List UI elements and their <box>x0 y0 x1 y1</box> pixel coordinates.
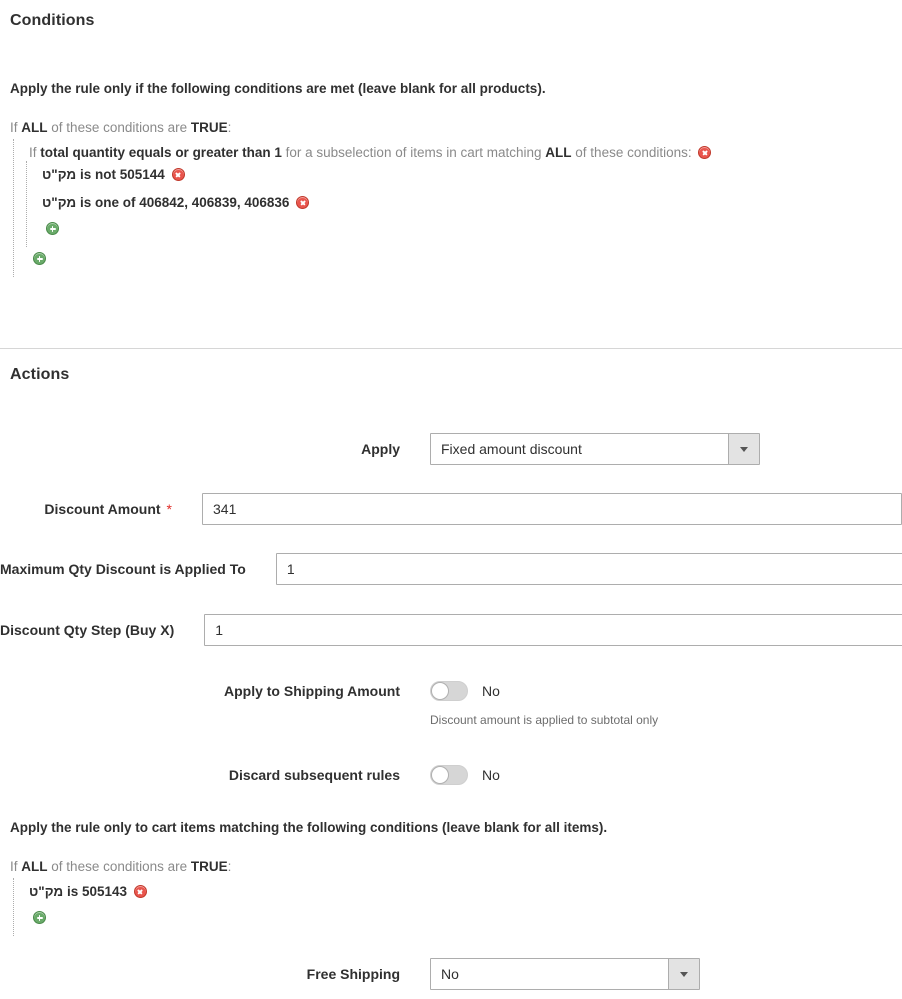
root-colon: : <box>228 120 232 135</box>
row-if-text: If <box>29 145 37 160</box>
apply-to-shipping-toggle[interactable] <box>430 681 468 701</box>
condition-row-sku-not: מק"ט is not 505144 <box>28 161 711 189</box>
required-asterisk: * <box>167 501 172 517</box>
add-icon[interactable] <box>33 252 46 265</box>
free-shipping-select[interactable]: No <box>430 958 700 990</box>
chevron-down-icon <box>740 447 748 452</box>
max-qty-control <box>276 553 902 585</box>
free-shipping-selected-value: No <box>431 959 668 989</box>
free-shipping-label: Free Shipping <box>0 958 400 990</box>
row-operator-chooser[interactable]: equals or greater than <box>129 145 271 161</box>
condition-add-nested-row <box>28 217 711 247</box>
qty-step-label: Discount Qty Step (Buy X) <box>0 614 174 646</box>
sku-value-chooser[interactable]: 505144 <box>120 167 165 183</box>
apply-to-shipping-label: Apply to Shipping Amount <box>0 675 400 707</box>
apply-control: Fixed amount discount <box>430 433 902 465</box>
condition-row-sku-one-of: מק"ט is one of 406842, 406839, 406836 <box>28 189 711 217</box>
add-icon[interactable] <box>33 911 46 924</box>
apply-selected-value: Fixed amount discount <box>431 434 728 464</box>
actions-root-middle-text: of these conditions are <box>51 859 187 874</box>
discount-amount-input[interactable] <box>202 493 902 525</box>
actions-root-if-text: If <box>10 859 18 874</box>
root-aggregator-chooser[interactable]: ALL <box>21 120 47 136</box>
root-middle-text: of these conditions are <box>51 120 187 135</box>
remove-icon[interactable] <box>172 168 185 181</box>
field-row-qty-step: Discount Qty Step (Buy X) <box>0 614 902 646</box>
field-row-discount-amount: Discount Amount * <box>0 493 902 525</box>
row-aggregator-chooser[interactable]: ALL <box>545 145 571 161</box>
discount-amount-label-text: Discount Amount <box>44 501 160 517</box>
chevron-down-icon <box>680 972 688 977</box>
action-sku-attribute-chooser[interactable]: מק"ט <box>29 884 63 900</box>
remove-icon[interactable] <box>296 196 309 209</box>
toggle-knob-icon <box>431 766 449 784</box>
apply-label: Apply <box>0 433 400 465</box>
remove-icon[interactable] <box>698 146 711 159</box>
free-shipping-control: No <box>430 958 902 990</box>
sku-value-chooser[interactable]: 406842, 406839, 406836 <box>139 195 289 211</box>
section-divider <box>0 348 902 349</box>
field-row-apply-to-shipping: Apply to Shipping Amount No Discount amo… <box>0 675 902 727</box>
sku-operator-chooser[interactable]: is one of <box>80 195 136 211</box>
discount-amount-control <box>202 493 902 525</box>
apply-to-shipping-toggle-wrap: No <box>430 675 902 707</box>
sku-attribute-chooser[interactable]: מק"ט <box>42 167 76 183</box>
conditions-rule-tree: If ALL of these conditions are TRUE: If … <box>10 120 711 277</box>
row-attribute-chooser[interactable]: total quantity <box>40 145 125 161</box>
actions-children: מק"ט is 505143 <box>13 878 231 936</box>
apply-to-shipping-control: No Discount amount is applied to subtota… <box>430 675 902 727</box>
max-qty-input[interactable] <box>276 553 902 585</box>
actions-rule-tree: If ALL of these conditions are TRUE: מק"… <box>10 859 231 936</box>
actions-section-title: Actions <box>10 366 69 384</box>
condition-subselection-children: מק"ט is not 505144 מק"ט is one of 406842… <box>26 161 711 247</box>
condition-row-subselection: If total quantity equals or greater than… <box>15 139 711 161</box>
apply-select-wrap: Fixed amount discount <box>430 433 760 465</box>
free-shipping-select-wrap: No <box>430 958 700 990</box>
add-icon[interactable] <box>46 222 59 235</box>
conditions-root-label: If ALL of these conditions are TRUE: <box>10 120 711 139</box>
row-value-chooser[interactable]: 1 <box>274 145 282 161</box>
condition-add-row <box>15 247 711 277</box>
apply-select[interactable]: Fixed amount discount <box>430 433 760 465</box>
field-row-free-shipping: Free Shipping No <box>0 958 902 990</box>
max-qty-label: Maximum Qty Discount is Applied To <box>0 553 246 585</box>
conditions-fieldset-note: Apply the rule only if the following con… <box>10 81 546 96</box>
apply-to-shipping-toggle-state: No <box>482 683 500 699</box>
sku-operator-chooser[interactable]: is not <box>80 167 116 183</box>
root-if-text: If <box>10 120 18 135</box>
discard-subsequent-label: Discard subsequent rules <box>0 759 400 791</box>
actions-root-label: If ALL of these conditions are TRUE: <box>10 859 231 878</box>
row-tail-text: for a subselection of items in cart matc… <box>286 145 542 160</box>
root-value-chooser[interactable]: TRUE <box>191 120 228 136</box>
apply-select-arrow-button[interactable] <box>728 434 759 464</box>
action-condition-row-sku: מק"ט is 505143 <box>15 878 231 906</box>
action-condition-add-row <box>15 906 231 936</box>
qty-step-input[interactable] <box>204 614 902 646</box>
actions-fieldset-note: Apply the rule only to cart items matchi… <box>10 820 607 835</box>
discount-amount-label: Discount Amount * <box>0 493 172 525</box>
conditions-section-title: Conditions <box>10 12 95 30</box>
discard-subsequent-toggle[interactable] <box>430 765 468 785</box>
discard-subsequent-toggle-state: No <box>482 767 500 783</box>
toggle-knob-icon <box>431 682 449 700</box>
free-shipping-select-arrow-button[interactable] <box>668 959 699 989</box>
action-sku-operator-chooser[interactable]: is <box>67 884 78 900</box>
row-tail-text-2: of these conditions: <box>575 145 691 160</box>
conditions-children: If total quantity equals or greater than… <box>13 139 711 277</box>
apply-to-shipping-note: Discount amount is applied to subtotal o… <box>430 713 902 727</box>
action-sku-value-chooser[interactable]: 505143 <box>82 884 127 900</box>
actions-root-colon: : <box>228 859 232 874</box>
actions-root-aggregator-chooser[interactable]: ALL <box>21 859 47 875</box>
discard-subsequent-control: No <box>430 759 902 791</box>
sku-attribute-chooser[interactable]: מק"ט <box>42 195 76 211</box>
field-row-discard-subsequent: Discard subsequent rules No <box>0 759 902 791</box>
field-row-apply: Apply Fixed amount discount <box>0 433 902 465</box>
discard-subsequent-toggle-wrap: No <box>430 759 902 791</box>
qty-step-control <box>204 614 902 646</box>
remove-icon[interactable] <box>134 885 147 898</box>
actions-root-value-chooser[interactable]: TRUE <box>191 859 228 875</box>
field-row-max-qty: Maximum Qty Discount is Applied To <box>0 553 902 585</box>
